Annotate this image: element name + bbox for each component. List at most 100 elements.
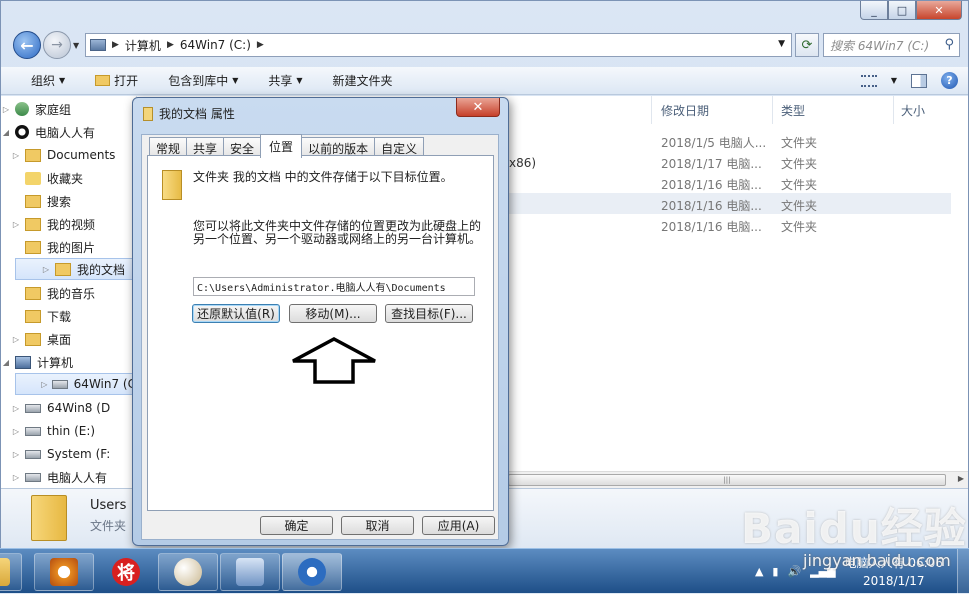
expand-icon[interactable]: ▷: [11, 220, 21, 229]
file-row[interactable]: 2018/1/16 电脑... 文件夹: [506, 214, 951, 235]
include-library-menu[interactable]: 包含到库中 ▼: [168, 72, 238, 89]
nav-item-computer[interactable]: ◢ 计算机: [1, 351, 135, 373]
chevron-right-icon[interactable]: ▶: [112, 40, 119, 50]
location-path-field[interactable]: C:\Users\Administrator.电脑人人有\Documents: [193, 277, 475, 296]
show-desktop-button[interactable]: [957, 549, 969, 594]
nav-item-music[interactable]: 我的音乐: [1, 282, 135, 304]
address-dropdown-icon[interactable]: ▼: [778, 39, 785, 49]
expand-icon[interactable]: ▷: [11, 473, 21, 482]
file-row[interactable]: 2018/1/16 电脑... 文件夹: [506, 172, 951, 193]
file-row[interactable]: 2018/1/17 电脑... 文件夹: [506, 151, 951, 172]
column-separator[interactable]: [651, 96, 652, 124]
expand-icon[interactable]: ▷: [11, 427, 21, 436]
chevron-right-icon[interactable]: ▶: [167, 40, 174, 50]
show-hidden-icons-icon[interactable]: ▲: [755, 565, 763, 578]
nav-item-videos[interactable]: ▷ 我的视频: [1, 213, 135, 235]
organize-menu[interactable]: 组织 ▼: [31, 72, 65, 89]
nav-item-label: 下载: [47, 309, 72, 324]
dialog-close-button[interactable]: ✕: [456, 98, 500, 117]
expand-icon[interactable]: ▷: [1, 105, 11, 114]
collapse-icon[interactable]: ◢: [1, 128, 11, 137]
nav-item-drive-e[interactable]: ▷ thin (E:): [1, 420, 135, 442]
nav-item-downloads[interactable]: 下载: [1, 305, 135, 327]
network-icon[interactable]: ▮: [772, 565, 778, 578]
nav-item-label: thin (E:): [47, 424, 96, 438]
preview-pane-icon[interactable]: [911, 73, 927, 88]
column-header-type[interactable]: 类型: [781, 96, 805, 124]
nav-item-documents[interactable]: ▷ Documents: [1, 144, 135, 166]
navigation-bar: ← → ▼ ▶ 计算机 ▶ 64Win7 (C:) ▶ ▼ ⟳ 搜索 64Win…: [11, 29, 960, 61]
chevron-right-icon[interactable]: ▶: [257, 40, 264, 50]
close-button[interactable]: ✕: [916, 1, 962, 20]
expand-icon[interactable]: ▷: [11, 151, 21, 160]
chevron-down-icon: ▼: [232, 76, 239, 85]
nav-item-desktop[interactable]: ▷ 桌面: [1, 328, 135, 350]
recent-pages-dropdown-icon[interactable]: ▼: [73, 41, 79, 50]
expand-icon[interactable]: ▷: [41, 265, 51, 274]
scroll-right-icon[interactable]: ▶: [958, 474, 964, 483]
breadcrumb-computer[interactable]: 计算机: [125, 37, 161, 54]
change-view-icon[interactable]: [860, 74, 877, 87]
apply-button[interactable]: 应用(A): [422, 516, 495, 535]
nav-item-drive-f[interactable]: ▷ System (F:: [1, 443, 135, 465]
column-header-date[interactable]: 修改日期: [661, 96, 709, 124]
file-type: 文件夹: [781, 220, 818, 234]
taskbar-app-folder[interactable]: [0, 553, 22, 591]
nav-item-label: 我的文档: [77, 262, 126, 277]
horizontal-scrollbar[interactable]: ||| ▶: [506, 471, 968, 488]
nav-item-user[interactable]: ◢ 电脑人人有: [1, 121, 135, 143]
restore-default-button[interactable]: 还原默认值(R): [192, 304, 280, 323]
nav-item-pictures[interactable]: 我的图片: [1, 236, 135, 258]
expand-icon[interactable]: ▷: [11, 450, 21, 459]
column-separator[interactable]: [893, 96, 894, 124]
volume-icon[interactable]: 🔊: [787, 565, 801, 578]
tab-location[interactable]: 位置: [260, 134, 303, 158]
taskbar-app-game[interactable]: 将: [96, 553, 156, 591]
expand-icon[interactable]: ▷: [11, 335, 21, 344]
expand-icon[interactable]: ▷: [11, 404, 21, 413]
chevron-down-icon[interactable]: ▼: [891, 76, 897, 85]
taskbar-app-active[interactable]: [282, 553, 342, 591]
chevron-down-icon: ▼: [59, 76, 66, 85]
breadcrumb-drive[interactable]: 64Win7 (C:): [180, 38, 251, 52]
scrollbar-thumb[interactable]: |||: [508, 474, 946, 486]
cancel-button[interactable]: 取消: [341, 516, 414, 535]
back-button[interactable]: ←: [13, 31, 41, 59]
search-icon[interactable]: ⚲: [944, 37, 954, 52]
nav-item-label: Documents: [47, 148, 116, 162]
help-icon[interactable]: ?: [941, 72, 958, 89]
drive-icon: [25, 449, 41, 459]
nav-item-favorites[interactable]: 收藏夹: [1, 167, 135, 189]
column-header-size[interactable]: 大小: [901, 96, 925, 124]
open-button[interactable]: 打开: [95, 72, 138, 89]
expand-icon[interactable]: ▷: [41, 380, 48, 389]
properties-dialog: 我的文档 属性 ✕ 常规 共享 安全 位置 以前的版本 自定义 文件夹 我的文档…: [132, 97, 509, 546]
nav-item-drive-d[interactable]: ▷ 64Win8 (D: [1, 397, 135, 419]
taskbar-app-control-panel[interactable]: [220, 553, 280, 591]
file-row-selected[interactable]: 2018/1/16 电脑... 文件夹: [506, 193, 951, 214]
address-bar[interactable]: ▶ 计算机 ▶ 64Win7 (C:) ▶ ▼: [85, 33, 792, 57]
maximize-button[interactable]: □: [888, 1, 916, 20]
nav-item-homegroup[interactable]: ▷ 家庭组: [1, 98, 135, 120]
taskbar-app-paint[interactable]: [158, 553, 218, 591]
new-folder-label: 新建文件夹: [332, 74, 393, 88]
share-menu[interactable]: 共享 ▼: [268, 72, 302, 89]
ok-button[interactable]: 确定: [260, 516, 333, 535]
folder-icon: [0, 558, 10, 586]
forward-button[interactable]: →: [43, 31, 71, 59]
search-input[interactable]: 搜索 64Win7 (C:) ⚲: [823, 33, 960, 57]
file-row[interactable]: 2018/1/5 电脑人... 文件夹: [506, 130, 951, 151]
nav-item-searches[interactable]: 搜索: [1, 190, 135, 212]
move-button[interactable]: 移动(M)...: [289, 304, 377, 323]
column-separator[interactable]: [772, 96, 773, 124]
collapse-icon[interactable]: ◢: [1, 358, 11, 367]
nav-item-my-documents[interactable]: ▷ 我的文档: [15, 258, 137, 280]
refresh-button[interactable]: ⟳: [795, 33, 819, 57]
minimize-button[interactable]: _: [860, 1, 888, 20]
nav-item-drive-c[interactable]: ▷ 64Win7 (C: [15, 373, 137, 395]
find-target-button[interactable]: 查找目标(F)...: [385, 304, 473, 323]
drive-icon: [25, 426, 41, 436]
taskbar-app-media[interactable]: [34, 553, 94, 591]
new-folder-button[interactable]: 新建文件夹: [333, 72, 393, 89]
nav-item-drive-g[interactable]: ▷ 电脑人人有: [1, 466, 135, 488]
